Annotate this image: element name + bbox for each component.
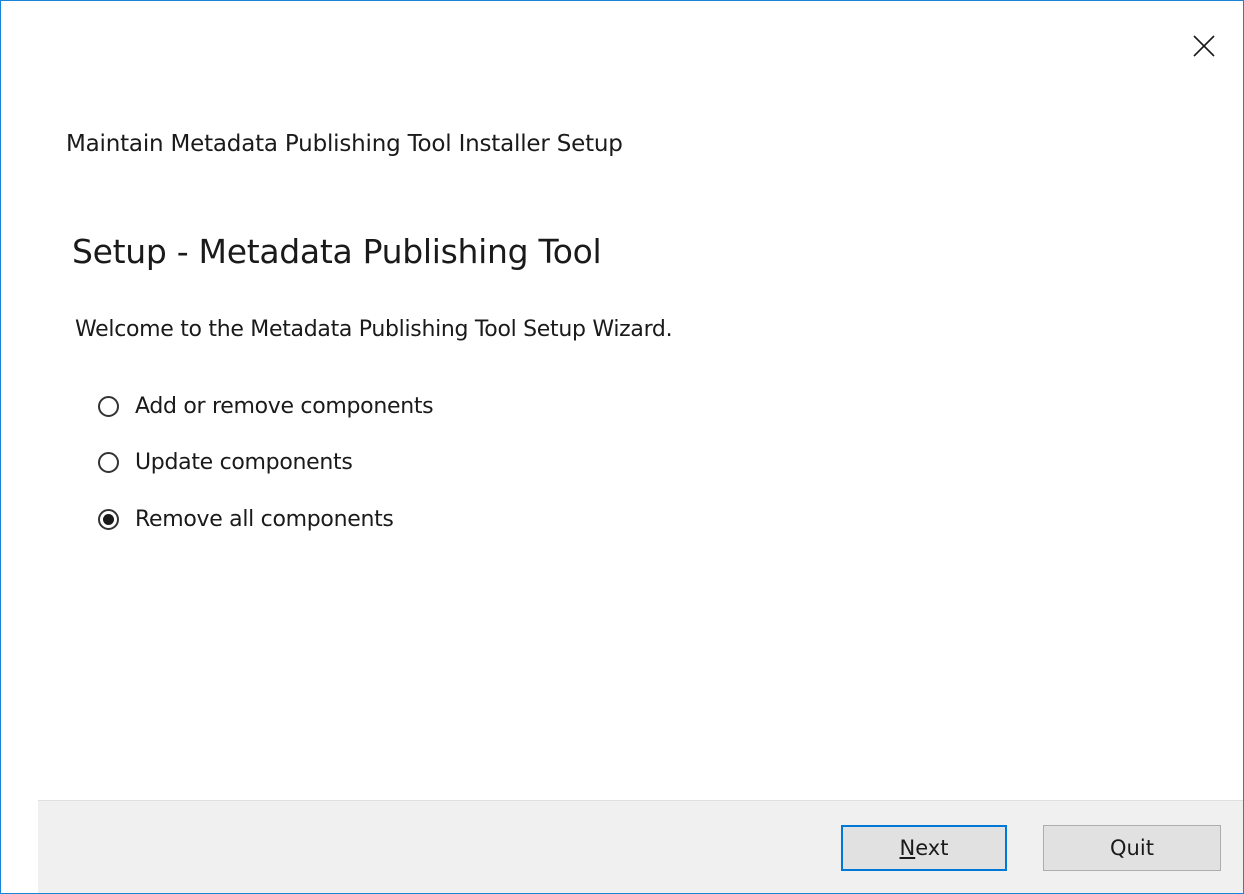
- page-heading: Setup - Metadata Publishing Tool: [72, 232, 602, 271]
- radio-button-update[interactable]: [98, 451, 119, 473]
- next-button[interactable]: Next: [841, 825, 1007, 871]
- close-icon: [1193, 35, 1215, 57]
- installer-window: Maintain Metadata Publishing Tool Instal…: [0, 0, 1244, 894]
- option-label: Remove all components: [135, 506, 394, 532]
- radio-selected-dot: [103, 513, 114, 525]
- quit-button[interactable]: Quit: [1043, 825, 1221, 871]
- next-label-rest: ext: [915, 836, 949, 860]
- option-update-components[interactable]: Update components: [98, 445, 353, 479]
- window-title: Maintain Metadata Publishing Tool Instal…: [66, 131, 623, 157]
- welcome-text: Welcome to the Metadata Publishing Tool …: [75, 317, 673, 342]
- radio-button-remove-all[interactable]: [98, 508, 119, 530]
- radio-button-add-remove[interactable]: [98, 395, 119, 417]
- close-button[interactable]: [1181, 23, 1227, 69]
- option-remove-all-components[interactable]: Remove all components: [98, 502, 394, 536]
- option-label: Add or remove components: [135, 393, 434, 419]
- option-label: Update components: [135, 449, 353, 475]
- option-add-remove-components[interactable]: Add or remove components: [98, 389, 434, 423]
- next-mnemonic: N: [899, 836, 916, 860]
- button-bar: Next Quit: [38, 800, 1243, 893]
